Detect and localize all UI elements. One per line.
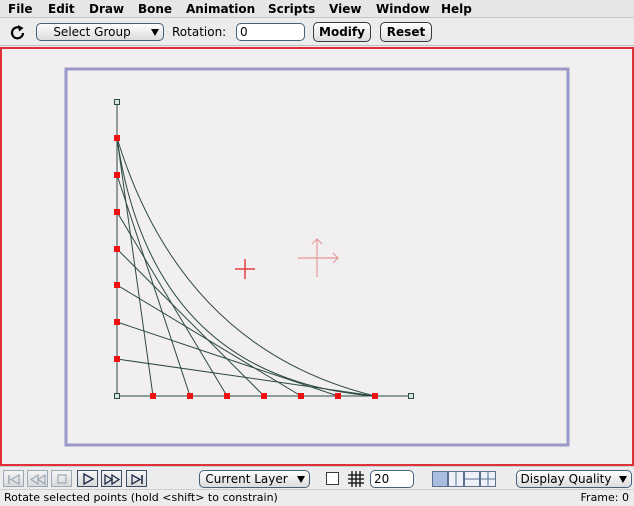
corner-point[interactable] (114, 393, 120, 399)
curve-line[interactable] (116, 321, 339, 397)
rotate-icon (10, 25, 25, 40)
menu-window[interactable]: Window (376, 2, 430, 16)
split-quad-icon (481, 472, 495, 486)
selected-point[interactable] (114, 319, 120, 325)
selected-point[interactable] (372, 393, 378, 399)
split-horizontal-icon (465, 478, 479, 480)
select-group-label: Select Group (53, 25, 131, 39)
selected-point[interactable] (335, 393, 341, 399)
selected-point[interactable] (224, 393, 230, 399)
view-quad-button[interactable] (480, 471, 496, 487)
rotation-pivot-icon[interactable] (235, 259, 255, 279)
selected-point[interactable] (114, 135, 120, 141)
selected-point[interactable] (114, 209, 120, 215)
display-quality-dropdown[interactable]: Display Quality (516, 470, 632, 488)
end-point[interactable] (114, 99, 120, 105)
rewind-to-start-icon (8, 473, 20, 486)
curve-line[interactable] (116, 248, 265, 397)
menu-view[interactable]: View (329, 2, 361, 16)
display-quality-label: Display Quality (520, 472, 612, 486)
select-group-dropdown[interactable]: Select Group (36, 23, 164, 41)
canvas-drawing[interactable] (2, 49, 632, 464)
move-handle-icon[interactable] (298, 238, 339, 277)
chevron-down-icon (619, 476, 627, 483)
selected-point[interactable] (261, 393, 267, 399)
reset-button[interactable]: Reset (380, 22, 432, 42)
layer-select-label: Current Layer (205, 472, 288, 486)
view-split-horizontal-button[interactable] (464, 471, 480, 487)
canvas-workspace[interactable] (0, 47, 634, 466)
step-forward-button[interactable] (101, 470, 122, 487)
play-button[interactable] (77, 470, 98, 487)
rotation-input[interactable] (236, 23, 305, 41)
grid-checkbox[interactable] (326, 472, 339, 485)
play-icon (83, 472, 95, 486)
menu-file[interactable]: File (8, 2, 33, 16)
selected-point[interactable] (187, 393, 193, 399)
curve-line[interactable] (116, 358, 376, 397)
selected-point[interactable] (114, 172, 120, 178)
chevron-down-icon (297, 476, 305, 483)
stop-icon (57, 474, 67, 484)
envelope-curve[interactable] (116, 137, 376, 397)
step-forward-icon (104, 473, 121, 486)
status-bar: Rotate selected points (hold <shift> to … (0, 489, 634, 506)
selected-point[interactable] (114, 246, 120, 252)
selected-point[interactable] (150, 393, 156, 399)
jump-to-end-button[interactable] (126, 470, 147, 487)
curve-line[interactable] (116, 284, 302, 397)
modify-button[interactable]: Modify (313, 22, 371, 42)
view-single-button[interactable] (432, 471, 448, 487)
jump-to-end-icon (131, 473, 143, 486)
timeline-bar: Current Layer Display Quality (0, 466, 634, 489)
menu-bone[interactable]: Bone (138, 2, 172, 16)
menu-edit[interactable]: Edit (48, 2, 75, 16)
menu-bar: File Edit Draw Bone Animation Scripts Vi… (0, 0, 634, 18)
split-vertical-icon (455, 472, 457, 486)
frame-counter: Frame: 0 (580, 491, 629, 504)
status-message: Rotate selected points (hold <shift> to … (4, 491, 278, 504)
selected-point[interactable] (114, 356, 120, 362)
layer-select-dropdown[interactable]: Current Layer (199, 470, 310, 488)
step-back-icon (29, 473, 46, 486)
rotation-label: Rotation: (172, 25, 227, 39)
selected-point[interactable] (114, 282, 120, 288)
view-split-vertical-button[interactable] (448, 471, 464, 487)
end-point[interactable] (408, 393, 414, 399)
menu-scripts[interactable]: Scripts (268, 2, 315, 16)
grid-icon (348, 471, 364, 487)
stop-button[interactable] (51, 470, 72, 487)
rewind-to-start-button[interactable] (3, 470, 24, 487)
menu-draw[interactable]: Draw (89, 2, 124, 16)
menu-help[interactable]: Help (441, 2, 472, 16)
selected-point[interactable] (298, 393, 304, 399)
step-back-button[interactable] (27, 470, 48, 487)
tool-options-bar: Select Group Rotation: Modify Reset (0, 19, 634, 46)
envelope-curve[interactable] (116, 137, 376, 397)
menu-animation[interactable]: Animation (186, 2, 255, 16)
grid-size-input[interactable] (370, 470, 414, 488)
string-art-lines[interactable] (116, 137, 376, 397)
chevron-down-icon (151, 29, 159, 36)
